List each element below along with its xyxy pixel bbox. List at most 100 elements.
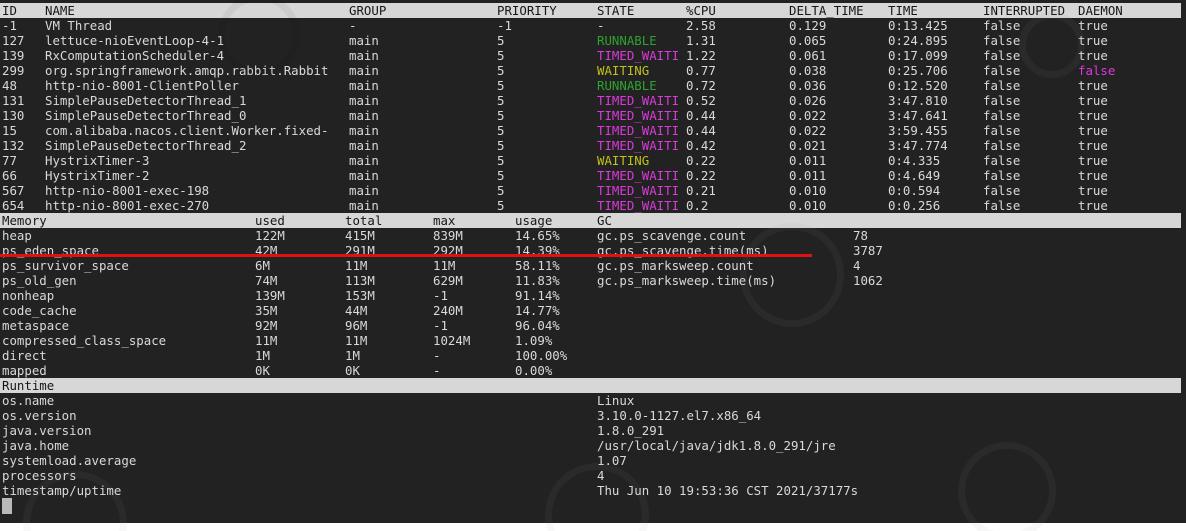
thread-delta-time-cell: 0.065 [789, 33, 827, 48]
thread-name-cell: HystrixTimer-2 [45, 168, 150, 183]
thread-name-cell: org.springframework.amqp.rabbit.Rabbit [45, 63, 329, 78]
thread-group-cell: main [349, 93, 379, 108]
thread-cpu-cell: 0.22 [686, 168, 716, 183]
memory-total-cell: 0K [345, 363, 360, 378]
thread-header-state: STATE [597, 3, 635, 18]
runtime-value-cell: 1.07 [597, 453, 627, 468]
thread-id-cell: 654 [2, 198, 25, 213]
thread-header-daemon: DAEMON [1078, 3, 1123, 18]
terminal-screen[interactable]: ID NAME GROUP PRIORITY STATE %CPU DELTA_… [0, 0, 1186, 523]
thread-header-group: GROUP [349, 3, 387, 18]
thread-delta-time-cell: 0.038 [789, 63, 827, 78]
thread-time-cell: 0:0.256 [888, 198, 941, 213]
memory-max-cell: -1 [433, 288, 448, 303]
runtime-label-cell: java.version [2, 423, 92, 438]
thread-cpu-cell: 2.58 [686, 18, 716, 33]
thread-group-cell: main [349, 138, 379, 153]
thread-cpu-cell: 0.44 [686, 108, 716, 123]
thread-priority-cell: 5 [497, 123, 505, 138]
thread-id-cell: 139 [2, 48, 25, 63]
runtime-table-header: Runtime [0, 378, 1181, 393]
thread-priority-cell: 5 [497, 183, 505, 198]
thread-group-cell: main [349, 153, 379, 168]
memory-used-cell: 122M [255, 228, 285, 243]
memory-total-cell: 113M [345, 273, 375, 288]
gc-value-cell: 78 [853, 228, 868, 243]
memory-total-cell: 96M [345, 318, 368, 333]
thread-table-row: 567 http-nio-8001-exec-198 main 5 TIMED_… [0, 183, 1186, 198]
thread-cpu-cell: 0.77 [686, 63, 716, 78]
thread-delta-time-cell: 0.011 [789, 168, 827, 183]
thread-id-cell: 299 [2, 63, 25, 78]
thread-group-cell: main [349, 63, 379, 78]
thread-delta-time-cell: 0.026 [789, 93, 827, 108]
thread-name-cell: SimplePauseDetectorThread_0 [45, 108, 247, 123]
thread-id-cell: 567 [2, 183, 25, 198]
thread-state-cell: RUNNABLE [597, 33, 657, 48]
thread-header-interrupted: INTERRUPTED [983, 3, 1066, 18]
thread-group-cell: main [349, 168, 379, 183]
thread-daemon-cell: true [1078, 18, 1108, 33]
thread-state-cell: TIMED_WAITI [597, 48, 680, 63]
thread-header-time: TIME [888, 3, 918, 18]
thread-interrupted-cell: false [983, 138, 1021, 153]
memory-used-cell: 6M [255, 258, 270, 273]
thread-cpu-cell: 0.52 [686, 93, 716, 108]
memory-usage-cell: 1.09% [515, 333, 553, 348]
memory-max-cell: 1024M [433, 333, 471, 348]
memory-max-cell: 11M [433, 258, 456, 273]
thread-table-row: 139 RxComputationScheduler-4 main 5 TIME… [0, 48, 1186, 63]
thread-priority-cell: 5 [497, 48, 505, 63]
thread-table-row: 131 SimplePauseDetectorThread_1 main 5 T… [0, 93, 1186, 108]
thread-table-row: -1 VM Thread - -1 - 2.58 0.129 0:13.425 … [0, 18, 1186, 33]
memory-usage-cell: 14.77% [515, 303, 560, 318]
thread-daemon-cell: true [1078, 33, 1108, 48]
thread-interrupted-cell: false [983, 33, 1021, 48]
thread-group-cell: main [349, 183, 379, 198]
runtime-value-cell: 4 [597, 468, 605, 483]
thread-header-id: ID [2, 3, 17, 18]
thread-cpu-cell: 0.72 [686, 78, 716, 93]
thread-id-cell: 66 [2, 168, 17, 183]
thread-name-cell: http-nio-8001-ClientPoller [45, 78, 239, 93]
gc-value-cell: 1062 [853, 273, 883, 288]
thread-header-delta-time: DELTA_TIME [789, 3, 864, 18]
thread-interrupted-cell: false [983, 123, 1021, 138]
memory-used-cell: 74M [255, 273, 278, 288]
thread-daemon-cell: true [1078, 48, 1108, 63]
thread-group-cell: main [349, 33, 379, 48]
memory-header-usage: usage [515, 213, 553, 228]
thread-state-cell: TIMED_WAITI [597, 198, 680, 213]
thread-interrupted-cell: false [983, 18, 1021, 33]
memory-max-cell: -1 [433, 318, 448, 333]
runtime-table-row: processors 4 [0, 468, 1186, 483]
runtime-value-cell: Linux [597, 393, 635, 408]
thread-time-cell: 0:13.425 [888, 18, 948, 33]
thread-delta-time-cell: 0.129 [789, 18, 827, 33]
thread-delta-time-cell: 0.061 [789, 48, 827, 63]
thread-cpu-cell: 0.44 [686, 123, 716, 138]
thread-priority-cell: 5 [497, 78, 505, 93]
memory-table-row: direct 1M 1M - 100.00% [0, 348, 1186, 363]
thread-id-cell: 127 [2, 33, 25, 48]
memory-label-cell: ps_survivor_space [2, 258, 129, 273]
memory-used-cell: 0K [255, 363, 270, 378]
thread-cpu-cell: 0.22 [686, 153, 716, 168]
memory-label-cell: nonheap [2, 288, 55, 303]
terminal-cursor [2, 498, 12, 514]
thread-name-cell: SimplePauseDetectorThread_2 [45, 138, 247, 153]
thread-state-cell: WAITING [597, 63, 650, 78]
memory-max-cell: - [433, 348, 441, 363]
runtime-label-cell: systemload.average [2, 453, 137, 468]
memory-table-row: ps_survivor_space 6M 11M 11M 58.11% gc.p… [0, 258, 1186, 273]
thread-name-cell: RxComputationScheduler-4 [45, 48, 225, 63]
runtime-table-row: timestamp/uptime Thu Jun 10 19:53:36 CST… [0, 483, 1186, 498]
thread-name-cell: http-nio-8001-exec-198 [45, 183, 210, 198]
runtime-table-row: os.name Linux [0, 393, 1186, 408]
page-background-strip [0, 523, 1186, 531]
thread-table-row: 77 HystrixTimer-3 main 5 WAITING 0.22 0.… [0, 153, 1186, 168]
thread-delta-time-cell: 0.010 [789, 183, 827, 198]
runtime-table-row: systemload.average 1.07 [0, 453, 1186, 468]
thread-priority-cell: 5 [497, 153, 505, 168]
thread-header-priority: PRIORITY [497, 3, 557, 18]
